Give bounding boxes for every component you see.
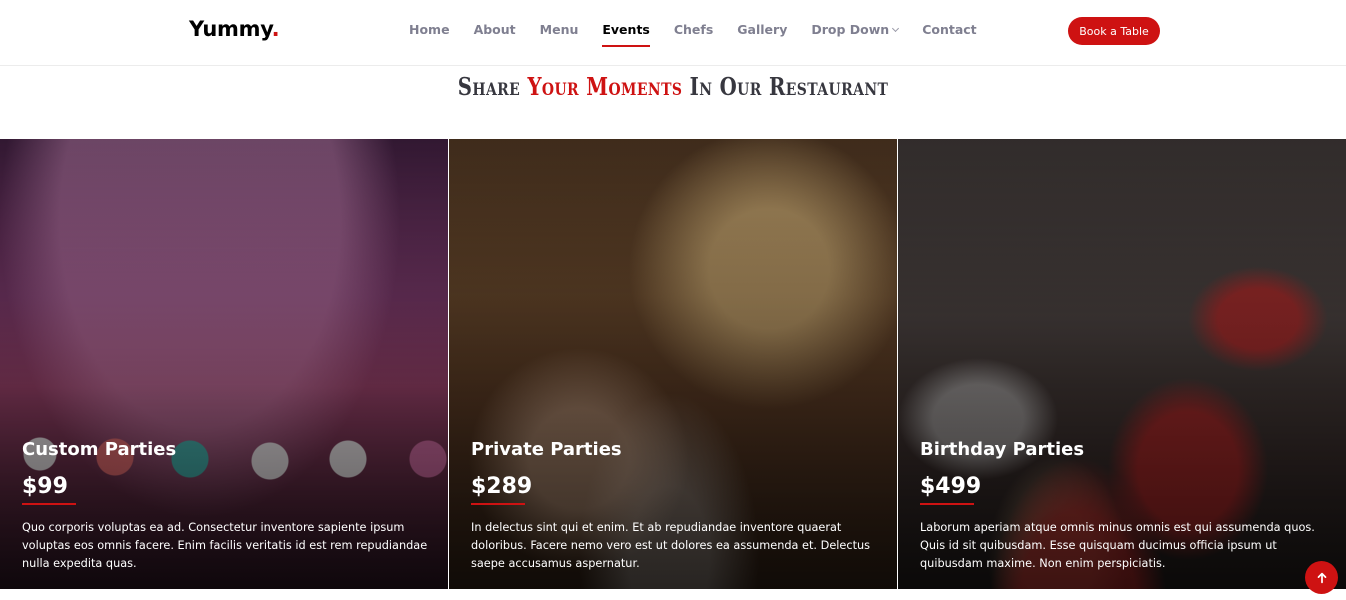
- chevron-down-icon: [892, 24, 900, 33]
- event-title: Birthday Parties: [920, 439, 1085, 460]
- event-card-custom[interactable]: Custom Parties $99 Quo corporis voluptas…: [0, 139, 449, 589]
- nav-chefs[interactable]: Chefs: [674, 22, 713, 47]
- nav-home[interactable]: Home: [409, 22, 450, 47]
- nav-events[interactable]: Events: [602, 22, 651, 47]
- site-header: Yummy. Home About Menu Events Chefs Gall…: [0, 0, 1346, 66]
- event-description: Quo corporis voluptas ea ad. Consectetur…: [22, 521, 428, 570]
- main-nav: Home About Menu Events Chefs Gallery Dro…: [409, 22, 1001, 47]
- nav-gallery[interactable]: Gallery: [737, 22, 787, 47]
- logo-dot: .: [271, 17, 280, 41]
- event-title: Private Parties: [471, 439, 622, 460]
- event-content: Private Parties $289 In delectus sint qu…: [471, 439, 879, 573]
- event-price: $289: [471, 474, 532, 505]
- event-content: Custom Parties $99 Quo corporis voluptas…: [22, 439, 430, 573]
- section-title-part1: Share: [457, 72, 528, 101]
- section-title-accent: Your Moments: [527, 72, 683, 101]
- event-card-birthday[interactable]: Birthday Parties $499 Laborum aperiam at…: [898, 139, 1346, 589]
- nav-contact[interactable]: Contact: [922, 22, 976, 47]
- book-table-button[interactable]: Book a Table: [1068, 17, 1160, 45]
- event-title: Custom Parties: [22, 439, 177, 460]
- nav-dropdown-label: Drop Down: [811, 22, 890, 37]
- nav-about[interactable]: About: [474, 22, 516, 47]
- section-title-part2: In Our Restaurant: [682, 72, 889, 101]
- event-description: In delectus sint qui et enim. Et ab repu…: [471, 521, 871, 570]
- arrow-up-icon: [1317, 572, 1326, 583]
- event-price: $499: [920, 474, 981, 505]
- event-content: Birthday Parties $499 Laborum aperiam at…: [920, 439, 1328, 573]
- event-price: $99: [22, 474, 76, 505]
- event-description: Laborum aperiam atque omnis minus omnis …: [920, 521, 1315, 570]
- events-slider: Custom Parties $99 Quo corporis voluptas…: [0, 139, 1346, 589]
- logo-text: Yummy: [189, 17, 272, 41]
- scroll-top-button[interactable]: [1305, 561, 1338, 594]
- event-card-private[interactable]: Private Parties $289 In delectus sint qu…: [449, 139, 898, 589]
- nav-dropdown[interactable]: Drop Down: [811, 22, 900, 47]
- section-title: Share Your Moments In Our Restaurant: [121, 72, 1225, 101]
- logo[interactable]: Yummy.: [189, 17, 280, 41]
- nav-menu[interactable]: Menu: [540, 22, 579, 47]
